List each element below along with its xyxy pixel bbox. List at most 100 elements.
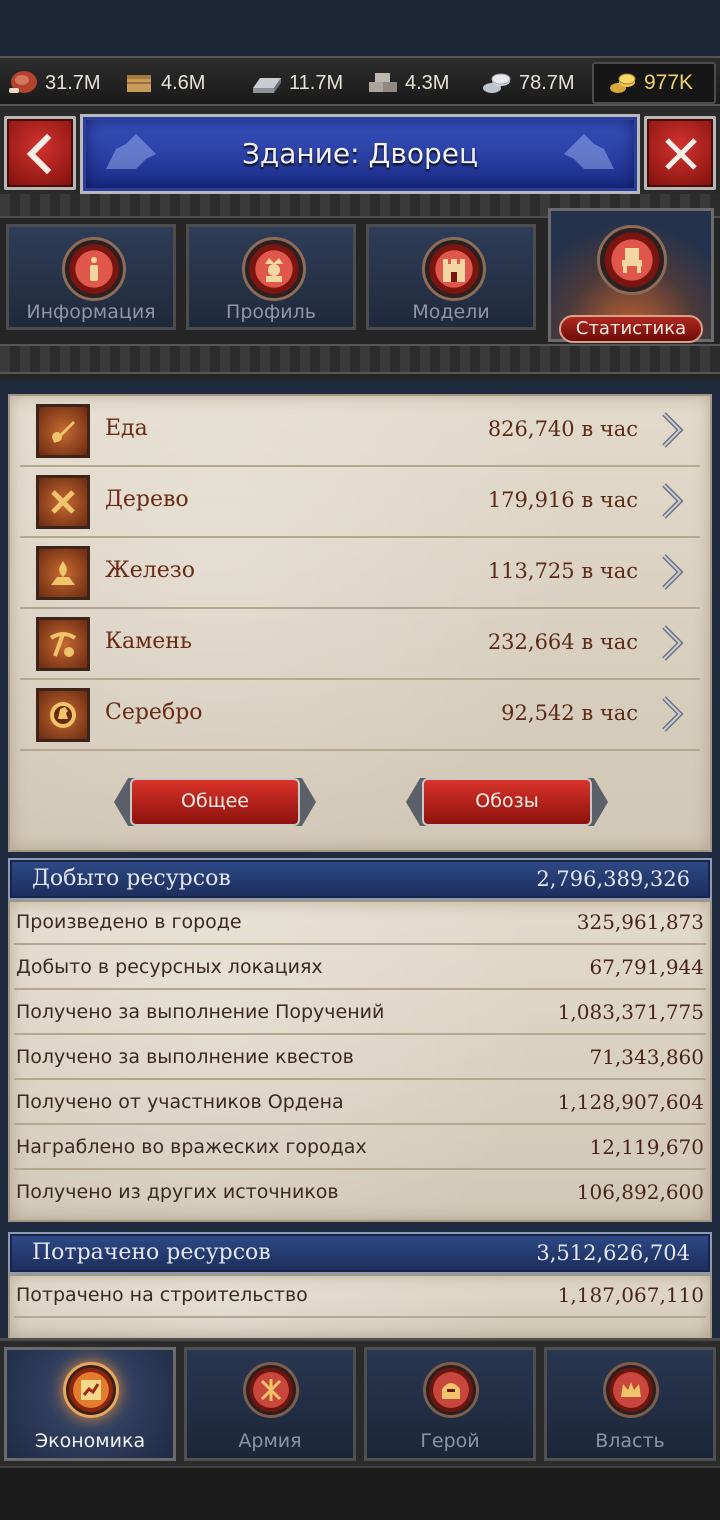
back-button[interactable] <box>4 116 76 190</box>
bottom-nav: Экономика Армия Герой Власть <box>0 1338 720 1466</box>
stat-label: Получено за выполнение квестов <box>16 1046 354 1068</box>
tab-label: Профиль <box>226 301 316 323</box>
resource-name: Серебро <box>105 700 203 725</box>
wood-resource[interactable]: 4.6M <box>122 58 205 108</box>
stat-label: Получено из других источников <box>16 1181 339 1203</box>
nav-army[interactable]: Армия <box>184 1347 356 1461</box>
status-area <box>0 0 720 56</box>
spent-total: 3,512,626,704 <box>536 1241 690 1265</box>
silver-amount: 78.7M <box>519 71 575 94</box>
resource-bar: 31.7M 4.6M 11.7M 4.3M 78.7M 977K <box>0 56 720 106</box>
chevron-right-icon[interactable] <box>656 552 686 592</box>
resource-name: Камень <box>105 629 192 654</box>
iron-icon <box>36 546 90 600</box>
stat-row: Получено за выполнение Поручений 1,083,37… <box>8 990 712 1035</box>
general-button-label: Общее <box>130 778 300 826</box>
gold-amount: 977K <box>644 71 694 94</box>
stat-value: 1,128,907,604 <box>557 1090 704 1114</box>
stat-label: Награблено во вражеских городах <box>16 1136 367 1158</box>
resource-name: Железо <box>105 558 195 583</box>
tab-models[interactable]: Модели <box>366 224 536 330</box>
convoys-button-label: Обозы <box>422 778 592 826</box>
meat-icon <box>9 71 37 93</box>
stat-value: 1,083,371,775 <box>557 1000 704 1024</box>
close-icon <box>665 138 697 170</box>
wood-icon <box>127 75 151 92</box>
hero-helmet-icon <box>423 1362 479 1418</box>
mined-total: 2,796,389,326 <box>536 867 690 891</box>
nav-label: Армия <box>238 1430 302 1452</box>
production-row-silver[interactable]: Серебро 92,542 в час <box>10 680 710 751</box>
stat-value: 1,187,067,110 <box>557 1283 704 1307</box>
nav-economy[interactable]: Экономика <box>4 1347 176 1461</box>
king-profile-icon <box>242 237 306 301</box>
stat-value: 71,343,860 <box>589 1045 704 1069</box>
iron-resource[interactable]: 11.7M <box>250 58 343 108</box>
resource-rate: 826,740 в час <box>487 417 638 441</box>
divider <box>20 749 700 751</box>
stat-label: Получено от участников Ордена <box>16 1091 344 1113</box>
chevron-right-icon[interactable] <box>656 694 686 734</box>
chevron-right-icon[interactable] <box>656 623 686 663</box>
resource-name: Дерево <box>105 487 189 512</box>
stat-value: 325,961,873 <box>576 910 704 934</box>
silver-icon <box>483 73 511 93</box>
iron-icon <box>253 78 281 93</box>
app-root: 31.7M 4.6M 11.7M 4.3M 78.7M 977K Здание:… <box>0 0 720 1520</box>
tab-label: Статистика <box>559 315 703 343</box>
stone-icon <box>369 73 397 92</box>
resource-rate: 92,542 в час <box>501 701 638 725</box>
gold-resource[interactable]: 977K <box>592 62 716 104</box>
tab-profile[interactable]: Профиль <box>186 224 356 330</box>
nav-power[interactable]: Власть <box>544 1347 716 1461</box>
divider <box>14 1316 706 1318</box>
stat-row: Получено из других источников 106,892,600 <box>8 1170 712 1215</box>
crown-icon <box>603 1362 659 1418</box>
stat-row: Добыто в ресурсных локациях 67,791,944 <box>8 945 712 990</box>
throne-icon <box>597 225 667 295</box>
resource-rate: 113,725 в час <box>487 559 638 583</box>
info-icon <box>62 237 126 301</box>
spent-header: Потрачено ресурсов 3,512,626,704 <box>8 1232 712 1274</box>
wood-amount: 4.6M <box>161 71 206 94</box>
production-row-food[interactable]: Еда 826,740 в час <box>10 396 710 467</box>
mined-header: Добыто ресурсов 2,796,389,326 <box>8 858 712 900</box>
meat-resource[interactable]: 31.7M <box>6 58 101 108</box>
stone-amount: 4.3M <box>405 71 450 94</box>
tab-label: Модели <box>412 301 490 323</box>
production-row-wood[interactable]: Дерево 179,916 в час <box>10 467 710 538</box>
chevron-right-icon[interactable] <box>656 481 686 521</box>
close-button[interactable] <box>644 116 716 190</box>
nav-hero[interactable]: Герой <box>364 1347 536 1461</box>
title-banner: Здание: Дворец <box>80 114 640 194</box>
convoys-button[interactable]: Обозы <box>406 774 608 830</box>
food-icon <box>36 404 90 458</box>
nav-label: Экономика <box>34 1430 146 1452</box>
tab-info[interactable]: Информация <box>6 224 176 330</box>
wood-icon <box>36 475 90 529</box>
stat-row: Произведено в городе 325,961,873 <box>8 900 712 945</box>
system-nav-bar <box>0 1466 720 1520</box>
stat-row: Получено от участников Ордена 1,128,907,6… <box>8 1080 712 1125</box>
production-row-stone[interactable]: Камень 232,664 в час <box>10 609 710 680</box>
stat-value: 67,791,944 <box>589 955 704 979</box>
general-button[interactable]: Общее <box>114 774 316 830</box>
silver-icon <box>36 688 90 742</box>
silver-resource[interactable]: 78.7M <box>480 58 575 108</box>
nav-label: Власть <box>595 1430 665 1452</box>
tab-statistics[interactable]: Статистика <box>548 208 714 343</box>
tab-bar: Информация Профиль Модели Статистика <box>0 194 720 380</box>
production-row-iron[interactable]: Железо 113,725 в час <box>10 538 710 609</box>
resource-rate: 232,664 в час <box>487 630 638 654</box>
production-panel: Еда 826,740 в час Дерево 179,916 в час Ж… <box>8 394 712 852</box>
chevron-right-icon[interactable] <box>656 410 686 450</box>
resource-rate: 179,916 в час <box>487 488 638 512</box>
army-icon <box>243 1362 299 1418</box>
stat-label: Добыто в ресурсных локациях <box>16 956 323 978</box>
stone-resource[interactable]: 4.3M <box>366 58 449 108</box>
stat-label: Получено за выполнение Поручений <box>16 1001 385 1023</box>
castle-icon <box>422 237 486 301</box>
page-title: Здание: Дворец <box>241 137 479 170</box>
stat-row: Получено за выполнение квестов 71,343,860 <box>8 1035 712 1080</box>
resource-name: Еда <box>105 416 148 441</box>
